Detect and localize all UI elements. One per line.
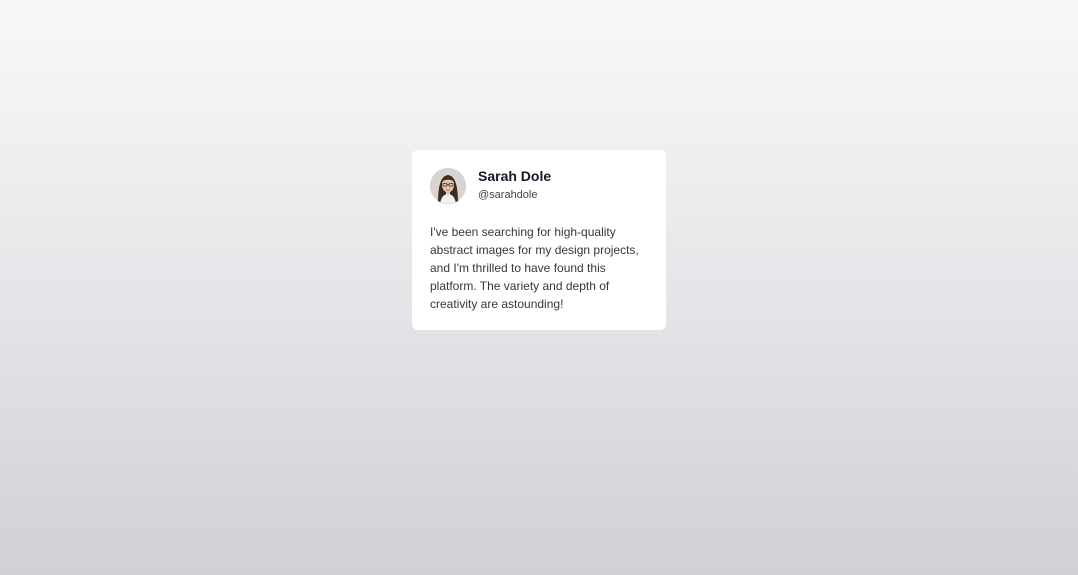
testimonial-header: Sarah Dole @sarahdole bbox=[430, 168, 648, 204]
user-handle: @sarahdole bbox=[478, 189, 538, 201]
user-name: Sarah Dole bbox=[478, 168, 552, 184]
testimonial-text: I've been searching for high-quality abs… bbox=[430, 225, 639, 311]
testimonial-card: Sarah Dole @sarahdole I've been searchin… bbox=[412, 150, 666, 330]
user-identity: Sarah Dole @sarahdole bbox=[478, 168, 552, 202]
avatar bbox=[430, 168, 466, 204]
